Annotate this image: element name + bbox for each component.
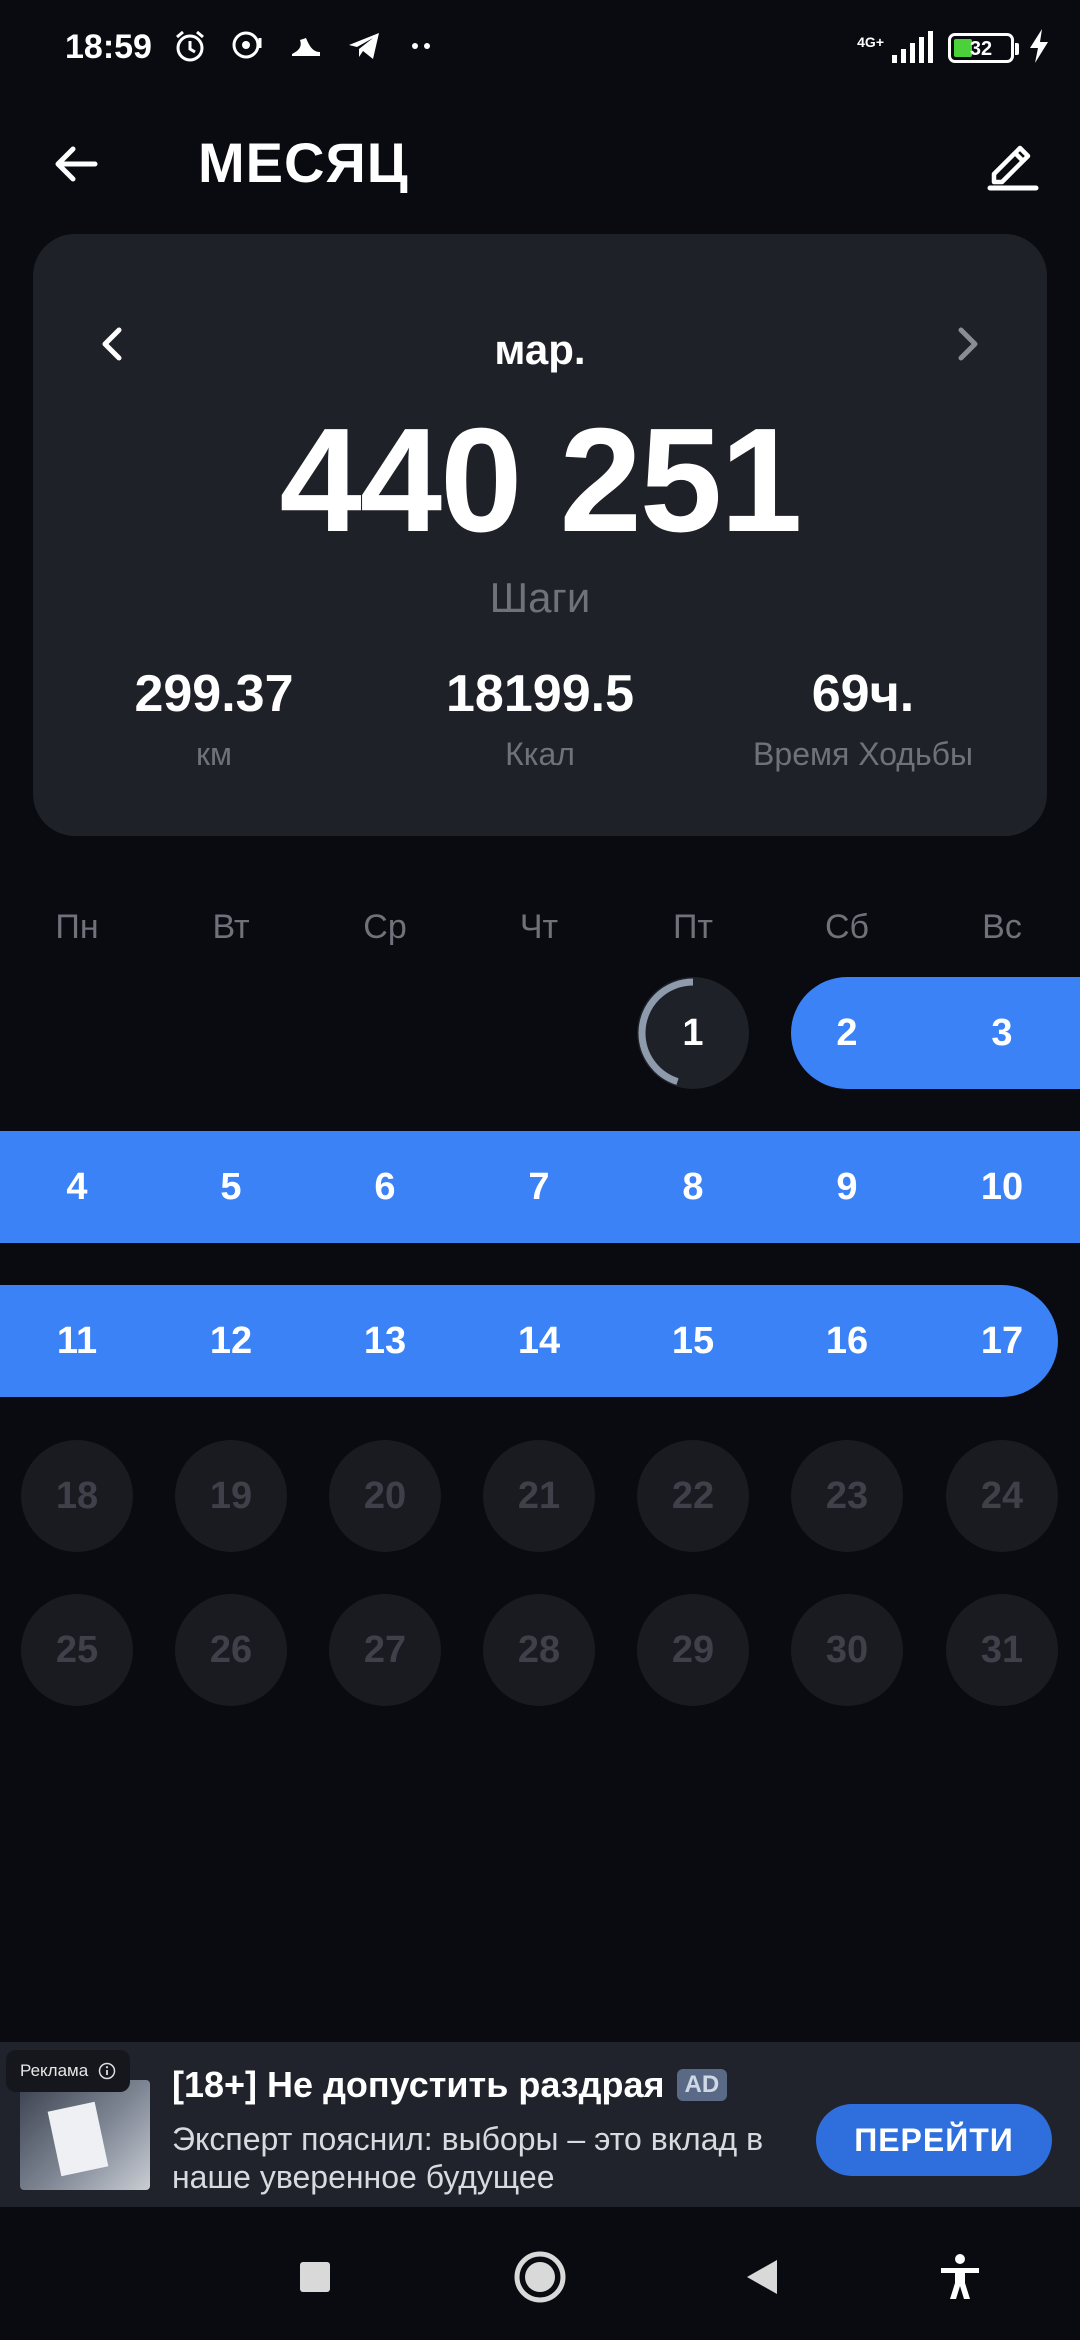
calendar-day-goal-met[interactable]: 12	[175, 1285, 287, 1397]
steps-label: Шаги	[489, 574, 591, 621]
calendar-day[interactable]: 20	[329, 1440, 441, 1552]
notification-icons	[172, 28, 440, 68]
distance-label: км	[196, 736, 232, 772]
calories-label: Ккал	[505, 736, 575, 772]
calendar-day-goal-met[interactable]: 8	[637, 1131, 749, 1243]
chevron-right-icon	[958, 327, 978, 361]
status-bar: 18:59 4G+ 32	[0, 0, 1080, 100]
calories-stat: 18199.5 Ккал	[375, 664, 705, 773]
calendar-day-goal-met[interactable]: 3	[946, 977, 1058, 1089]
distance-value: 299.37	[134, 665, 294, 723]
walk-time-label: Время Ходьбы	[753, 736, 973, 772]
calendar-day[interactable]: 24	[946, 1440, 1058, 1552]
ad-banner[interactable]: Реклама [18+] Не допустить раздрая AD Эк…	[0, 2042, 1080, 2207]
ad-tag: AD	[676, 2069, 728, 2101]
ad-title: [18+] Не допустить раздрая	[172, 2064, 665, 2105]
weekday-label: Вт	[212, 908, 250, 946]
home-button[interactable]	[500, 2237, 580, 2317]
calendar-day-today[interactable]: 1	[637, 977, 749, 1089]
distance-stat: 299.37 км	[49, 664, 379, 773]
weekday-label: Пн	[55, 908, 99, 946]
walk-time-value: 69ч.	[811, 665, 915, 723]
accessibility-icon	[941, 2254, 979, 2299]
ad-cta-button[interactable]: ПЕРЕЙТИ	[816, 2104, 1052, 2176]
system-nav-bar	[0, 2207, 1080, 2340]
next-month-button[interactable]	[937, 314, 997, 374]
ad-label-badge[interactable]: Реклама	[6, 2050, 131, 2092]
status-time: 18:59	[65, 28, 152, 66]
weekday-header: Пн Вт Ср Чт Пт Сб Вс	[0, 908, 1080, 958]
recents-button[interactable]	[275, 2237, 355, 2317]
calendar-day-goal-met[interactable]: 10	[946, 1131, 1058, 1243]
charging-bolt-icon	[1028, 28, 1050, 68]
back-triangle-icon	[747, 2260, 777, 2294]
signal-icon: 4G+	[857, 31, 934, 65]
calendar-day-goal-met[interactable]: 11	[21, 1285, 133, 1397]
ad-badge-text: Реклама	[20, 2061, 89, 2080]
battery-level: 32	[969, 38, 993, 60]
home-circle-icon	[514, 2251, 566, 2303]
calendar-day-goal-met[interactable]: 17	[946, 1285, 1058, 1397]
calendar-day[interactable]: 19	[175, 1440, 287, 1552]
month-summary-card: мар. 440 251 Шаги 299.37 км 18199.5 Ккал…	[33, 234, 1047, 836]
calendar-day[interactable]: 29	[637, 1594, 749, 1706]
calendar-day[interactable]: 23	[791, 1440, 903, 1552]
info-icon	[98, 2062, 116, 2080]
calendar-day-goal-met[interactable]: 5	[175, 1131, 287, 1243]
weekday-label: Вс	[982, 908, 1022, 946]
shoe-icon	[288, 28, 324, 69]
accessibility-button[interactable]	[920, 2237, 1000, 2317]
app-header: МЕСЯЦ	[0, 110, 1080, 210]
weekday-label: Ср	[363, 908, 407, 946]
calendar-day-goal-met[interactable]: 9	[791, 1131, 903, 1243]
ad-image	[20, 2080, 150, 2190]
calendar-day-goal-met[interactable]: 4	[21, 1131, 133, 1243]
back-button[interactable]	[40, 128, 112, 200]
edit-button[interactable]	[972, 124, 1052, 204]
weekday-label: Сб	[824, 908, 870, 946]
weekday-label: Чт	[519, 908, 559, 946]
weekday-label: Пт	[672, 908, 713, 946]
calendar-day-goal-met[interactable]: 15	[637, 1285, 749, 1397]
calendar-day[interactable]: 26	[175, 1594, 287, 1706]
calendar-day-goal-met[interactable]: 14	[483, 1285, 595, 1397]
calendar-day[interactable]: 21	[483, 1440, 595, 1552]
ad-title-row: [18+] Не допустить раздрая AD	[172, 2064, 728, 2106]
calendar-day-goal-met[interactable]: 13	[329, 1285, 441, 1397]
telegram-icon	[346, 28, 382, 69]
total-steps: 440 251	[279, 398, 803, 563]
more-dots-icon	[404, 28, 440, 69]
chat-bubble-icon	[230, 28, 266, 69]
alarm-icon	[172, 28, 208, 69]
network-type: 4G+	[857, 34, 884, 50]
page-title: МЕСЯЦ	[198, 131, 409, 194]
pencil-icon	[987, 145, 1039, 191]
calendar-day-goal-met[interactable]: 6	[329, 1131, 441, 1243]
calendar-day[interactable]: 25	[21, 1594, 133, 1706]
calendar-day-goal-met[interactable]: 7	[483, 1131, 595, 1243]
recents-square-icon	[300, 2262, 330, 2292]
ad-description: Эксперт пояснил: выборы – это вклад в на…	[172, 2121, 764, 2195]
calendar-day-goal-met[interactable]: 16	[791, 1285, 903, 1397]
system-icons: 4G+ 32	[857, 26, 1050, 70]
arrow-left-icon	[55, 146, 98, 182]
calendar-day[interactable]: 18	[21, 1440, 133, 1552]
calendar-day[interactable]: 28	[483, 1594, 595, 1706]
day-progress-ring	[638, 978, 748, 1088]
calendar-day-goal-met[interactable]: 2	[791, 977, 903, 1089]
nav-back-button[interactable]	[722, 2237, 802, 2317]
calories-value: 18199.5	[446, 665, 634, 723]
calendar-day[interactable]: 27	[329, 1594, 441, 1706]
calendar-day[interactable]: 31	[946, 1594, 1058, 1706]
month-label: мар.	[494, 326, 586, 373]
walk-time-stat: 69ч. Время Ходьбы	[698, 664, 1028, 773]
battery-icon: 32	[948, 33, 1019, 63]
calendar-day[interactable]: 30	[791, 1594, 903, 1706]
calendar-day[interactable]: 22	[637, 1440, 749, 1552]
